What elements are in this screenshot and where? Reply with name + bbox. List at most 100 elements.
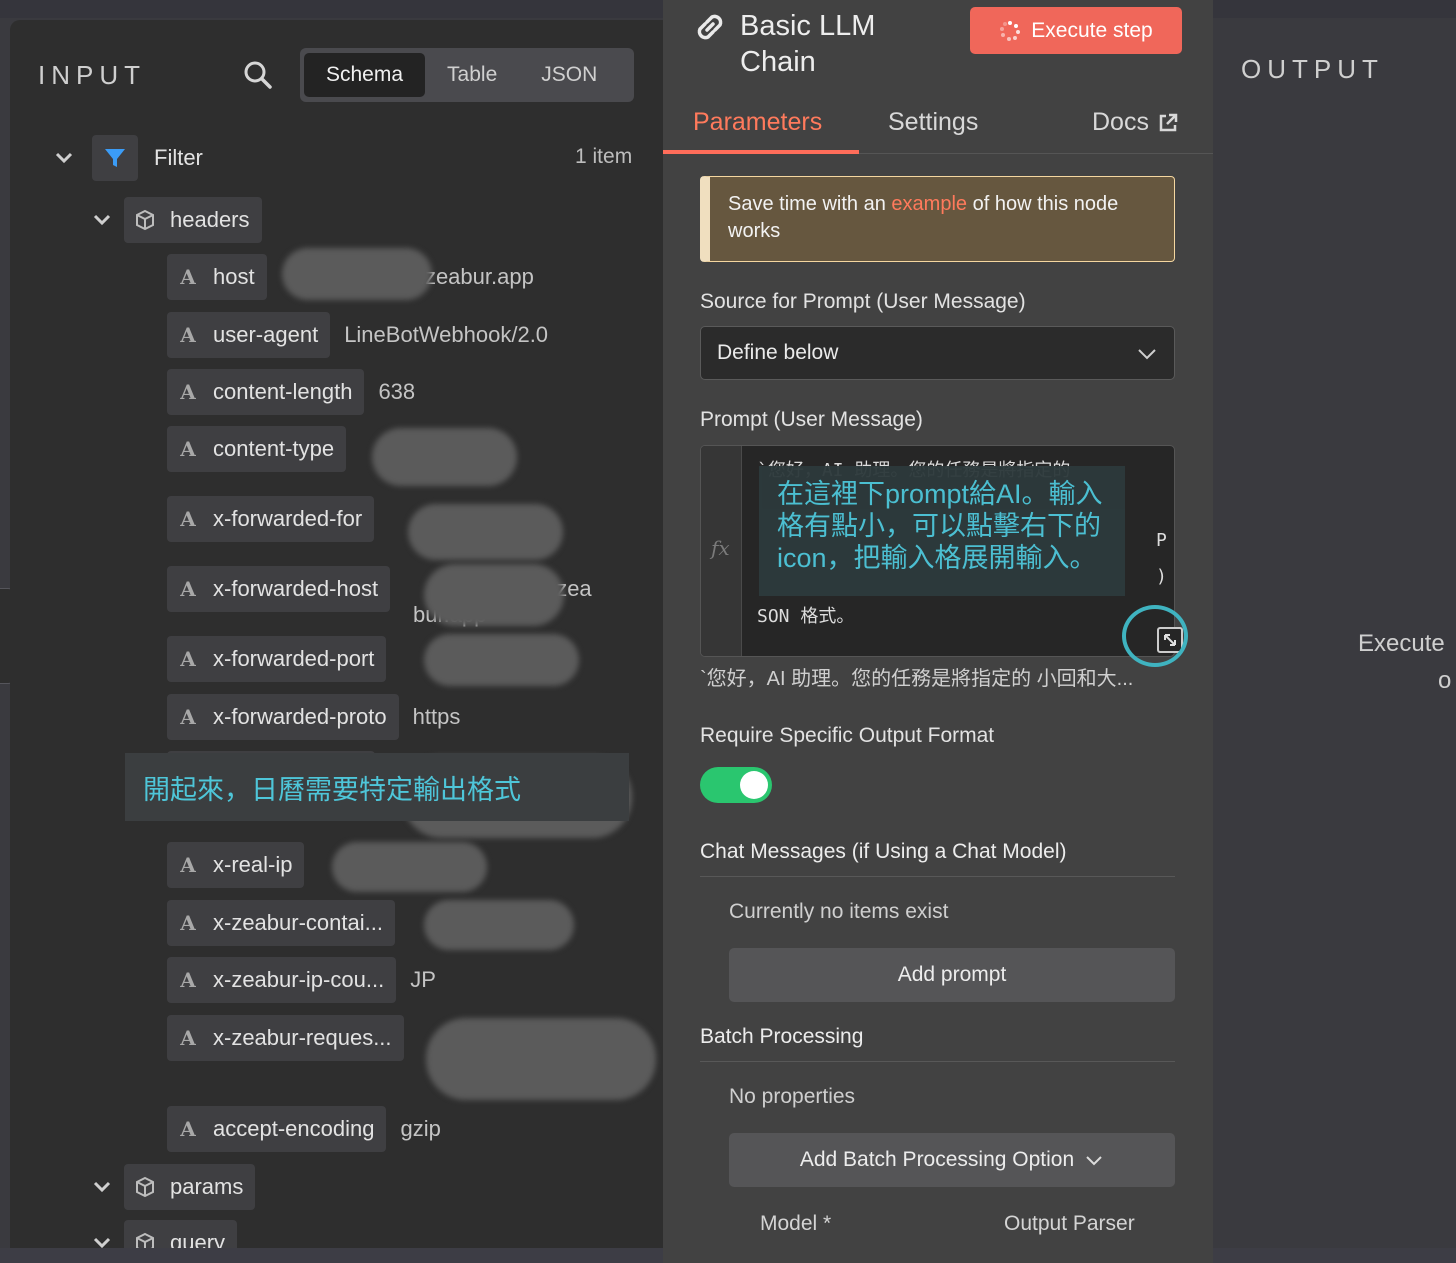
field-value: gzip	[400, 1116, 441, 1141]
field-row: Ax-zeabur-reques...	[167, 1015, 404, 1061]
string-type-icon: A	[180, 853, 196, 877]
field-row: Ax-real-ip	[167, 842, 305, 888]
active-tab-indicator	[663, 150, 859, 154]
tab-settings[interactable]: Settings	[888, 108, 978, 137]
field-key: x-zeabur-contai...	[213, 910, 383, 935]
redaction	[372, 428, 517, 486]
field-value: 638	[378, 379, 416, 404]
field-key: x-forwarded-for	[213, 506, 363, 531]
field-chip[interactable]: Ahost	[167, 254, 267, 300]
prompt-side-char: P	[1156, 530, 1167, 551]
chevron-down-icon[interactable]	[52, 146, 76, 170]
tab-docs[interactable]: Docs	[1092, 108, 1179, 137]
string-type-icon: A	[180, 1026, 196, 1050]
chat-empty-text: Currently no items exist	[729, 900, 949, 923]
require-format-label: Require Specific Output Format	[700, 724, 995, 747]
output-hint-2: o	[1438, 667, 1452, 694]
field-chip[interactable]: Ax-forwarded-port	[167, 636, 387, 682]
chevron-down-icon[interactable]	[90, 1175, 114, 1199]
redaction	[424, 564, 564, 626]
execute-step-label: Execute step	[1031, 18, 1153, 42]
redaction	[282, 248, 432, 300]
field-key: x-forwarded-host	[213, 576, 379, 601]
string-type-icon: A	[180, 647, 196, 671]
group-headers[interactable]: headers	[90, 197, 262, 243]
require-format-toggle[interactable]	[700, 767, 772, 803]
field-row: Ax-forwarded-proto https	[167, 694, 460, 740]
field-chip[interactable]: Auser-agent	[167, 312, 331, 358]
spinner-icon	[1000, 20, 1021, 41]
tab-json[interactable]: JSON	[519, 53, 619, 97]
chevron-down-icon[interactable]	[90, 1231, 114, 1248]
filter-row[interactable]: Filter	[52, 135, 203, 181]
view-tabs: Schema Table JSON	[300, 48, 634, 102]
fx-icon: fx	[711, 536, 730, 560]
input-title: INPUT	[38, 60, 146, 90]
params-chip: params	[124, 1164, 256, 1210]
field-chip[interactable]: Aaccept-encoding	[167, 1106, 387, 1152]
filter-icon	[105, 149, 125, 167]
source-label: Source for Prompt (User Message)	[700, 290, 1026, 313]
filter-node-chip	[92, 135, 138, 181]
annotation-circle	[1122, 605, 1188, 667]
group-label: params	[170, 1174, 244, 1199]
group-params[interactable]: params	[90, 1164, 256, 1210]
field-row: Ax-zeabur-contai...	[167, 900, 395, 946]
docs-label: Docs	[1092, 108, 1149, 136]
prompt-label: Prompt (User Message)	[700, 408, 923, 431]
prompt-side-char: )	[1156, 566, 1167, 587]
query-chip: query	[124, 1220, 238, 1248]
field-key: x-forwarded-proto	[213, 704, 387, 729]
field-chip[interactable]: Ax-forwarded-for	[167, 496, 375, 542]
output-parser-label: Output Parser	[1004, 1212, 1135, 1235]
link-icon	[697, 14, 723, 40]
chevron-down-icon[interactable]	[90, 208, 114, 232]
group-query[interactable]: query	[90, 1220, 238, 1248]
prompt-line: SON 格式。	[757, 606, 855, 627]
field-chip[interactable]: Ax-zeabur-reques...	[167, 1015, 404, 1061]
redaction	[426, 1018, 656, 1100]
model-label: Model *	[760, 1212, 832, 1235]
field-chip[interactable]: Ax-real-ip	[167, 842, 305, 888]
field-key: x-real-ip	[213, 852, 293, 877]
cube-icon	[136, 1176, 154, 1198]
example-link[interactable]: example	[891, 193, 967, 215]
execute-step-button[interactable]: Execute step	[970, 7, 1182, 54]
field-value: LineBotWebhook/2.0	[344, 322, 549, 347]
tab-table[interactable]: Table	[425, 53, 519, 97]
field-chip[interactable]: Ax-zeabur-contai...	[167, 900, 395, 946]
field-chip[interactable]: Acontent-length	[167, 369, 365, 415]
string-type-icon: A	[180, 911, 196, 935]
search-icon[interactable]	[243, 60, 273, 90]
node-header: Basic LLM Chain Execute step Parameters …	[663, 0, 1213, 154]
tab-schema[interactable]: Schema	[304, 53, 426, 97]
batch-empty-text: No properties	[729, 1085, 856, 1108]
output-hint: Execute	[1358, 630, 1445, 657]
field-chip[interactable]: Ax-forwarded-host	[167, 566, 391, 612]
external-link-icon	[1159, 113, 1178, 131]
field-value: JP	[410, 967, 436, 992]
redaction	[424, 900, 574, 950]
prompt-editor[interactable]: fx `您好，AI 助理。您的任務是將指定的 SON 格式。 P ) 在這裡下p…	[700, 445, 1175, 657]
node-title-line1: Basic LLM	[740, 10, 876, 42]
item-count: 1 item	[575, 145, 633, 168]
string-type-icon: A	[180, 705, 196, 729]
example-callout: Save time with an example of how this no…	[700, 176, 1175, 262]
field-chip[interactable]: Acontent-type	[167, 426, 347, 472]
add-prompt-button[interactable]: Add prompt	[729, 948, 1175, 1002]
source-select[interactable]: Define below	[700, 326, 1175, 380]
input-panel: INPUT Schema Table JSON Filter 1 item he…	[10, 20, 665, 1248]
chevron-down-icon	[1138, 349, 1156, 360]
output-title: OUTPUT	[1241, 54, 1384, 84]
string-type-icon: A	[180, 577, 196, 601]
group-label: query	[170, 1230, 226, 1248]
filter-label: Filter	[154, 145, 203, 170]
add-batch-option-button[interactable]: Add Batch Processing Option	[729, 1133, 1175, 1187]
tab-parameters[interactable]: Parameters	[693, 108, 822, 137]
field-row: Ax-zeabur-ip-cou... JP	[167, 957, 436, 1003]
field-chip[interactable]: Ax-zeabur-ip-cou...	[167, 957, 397, 1003]
string-type-icon: A	[180, 507, 196, 531]
node-title-line2: Chain	[740, 46, 816, 78]
field-chip[interactable]: Ax-forwarded-proto	[167, 694, 399, 740]
string-type-icon: A	[180, 437, 196, 461]
